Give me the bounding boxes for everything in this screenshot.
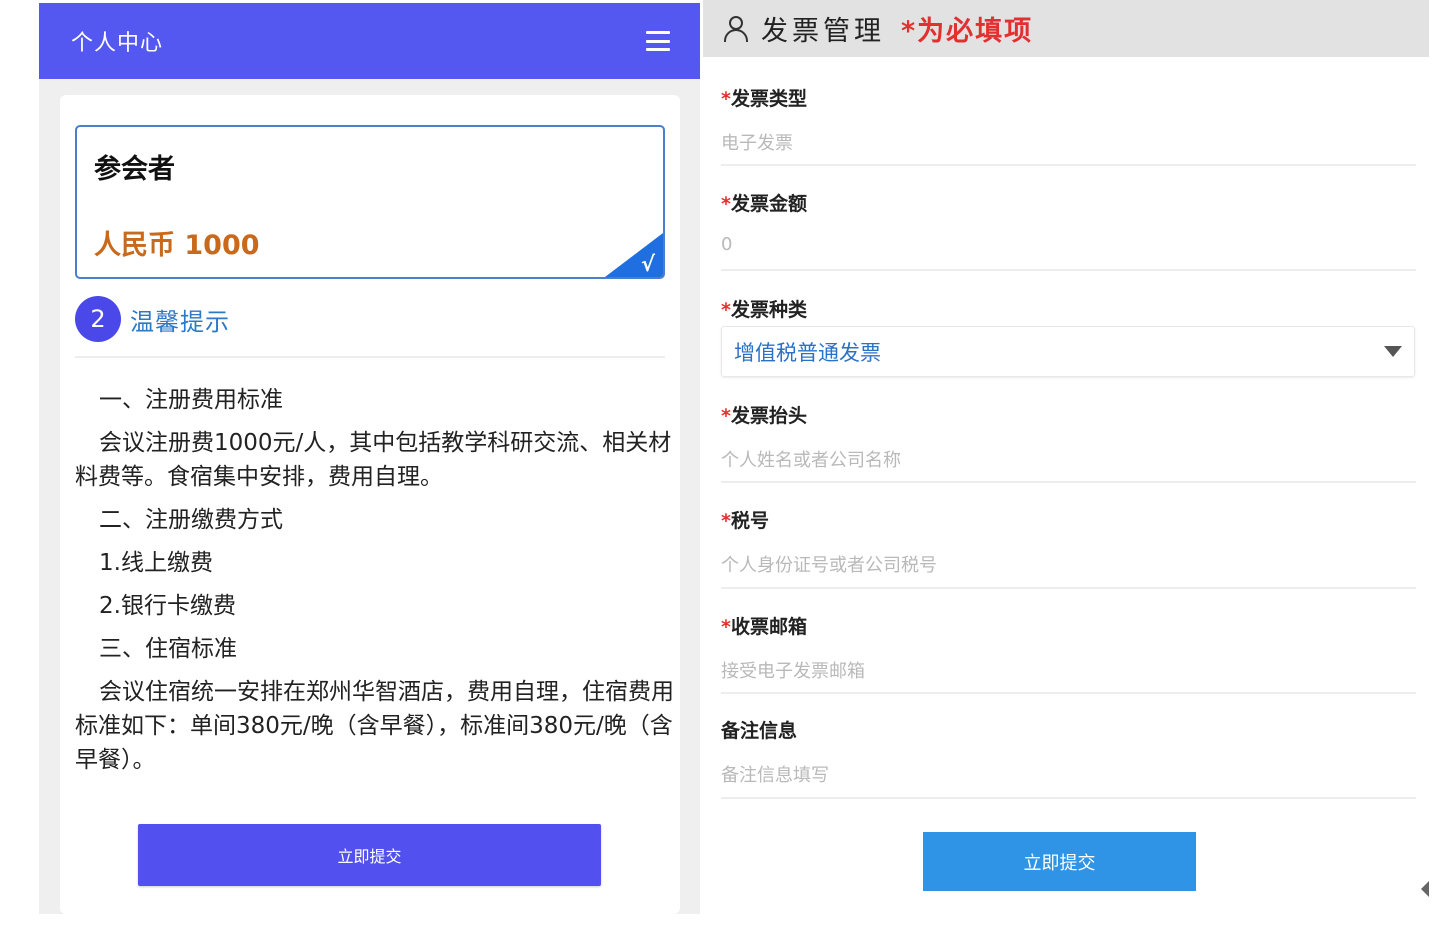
field-invoice-header: *发票抬头 个人姓名或者公司名称 [721, 401, 1416, 472]
divider [721, 587, 1416, 589]
divider [721, 269, 1416, 271]
registration-rules: 一、注册费用标准 会议注册费1000元/人，其中包括教学科研交流、相关材料费等。… [75, 383, 675, 786]
remarks-input[interactable]: 备注信息填写 [721, 761, 1416, 787]
step-number-badge: 2 [75, 296, 121, 342]
personal-center-panel: 个人中心 参会者 人民币 1000 √ 2 温馨提示 一、注册费用标准 会议注册… [39, 3, 700, 914]
invoice-amount-value: 0 [721, 234, 733, 255]
invoice-header-input[interactable]: 个人姓名或者公司名称 [721, 446, 1416, 472]
field-label: *发票类型 [721, 88, 807, 110]
personal-center-header: 个人中心 [39, 3, 700, 79]
invoice-management-panel: 发票管理 *为必填项 *发票类型 电子发票 *发票金额 0 *发票种类 增值税普… [703, 0, 1429, 934]
rule-text: 会议住宿统一安排在郑州华智酒店，费用自理，住宿费用标准如下：单间380元/晚（含… [75, 679, 674, 773]
field-label: *收票邮箱 [721, 616, 807, 638]
field-label: *发票种类 [721, 299, 807, 321]
divider [721, 797, 1416, 799]
chevron-left-icon[interactable] [1421, 881, 1429, 897]
divider [721, 481, 1416, 483]
user-icon [723, 15, 749, 43]
menu-icon[interactable] [646, 31, 670, 51]
rule-text: 会议注册费1000元/人，其中包括教学科研交流、相关材料费等。食宿集中安排，费用… [75, 430, 672, 490]
submit-button[interactable]: 立即提交 [138, 824, 601, 886]
invoice-category-select[interactable]: 增值税普通发票 [721, 326, 1415, 377]
invoice-submit-button[interactable]: 立即提交 [923, 832, 1196, 891]
divider [721, 164, 1416, 166]
registration-card: 参会者 人民币 1000 √ 2 温馨提示 一、注册费用标准 会议注册费1000… [60, 95, 680, 914]
divider [75, 356, 665, 358]
invoice-title: 发票管理 [761, 16, 885, 47]
ticket-price: 人民币 1000 [94, 230, 260, 261]
field-label: *发票金额 [721, 193, 807, 215]
rule-heading: 三、住宿标准 [99, 636, 237, 662]
field-invoice-email: *收票邮箱 接受电子发票邮箱 [721, 612, 1416, 683]
field-label: *发票抬头 [721, 405, 807, 427]
field-remarks: 备注信息 备注信息填写 [721, 716, 1416, 787]
field-label: 备注信息 [721, 720, 798, 742]
field-invoice-type: *发票类型 电子发票 [721, 84, 1416, 155]
caret-down-icon [1384, 346, 1402, 357]
field-invoice-category: *发票种类 [721, 295, 1416, 322]
rule-item: 1.线上缴费 [99, 550, 213, 576]
ticket-role: 参会者 [94, 154, 175, 185]
rule-heading: 二、注册缴费方式 [99, 507, 283, 533]
divider [721, 692, 1416, 694]
field-label: *税号 [721, 510, 769, 532]
tax-id-input[interactable]: 个人身份证号或者公司税号 [721, 551, 1416, 577]
required-note: *为必填项 [901, 16, 1034, 47]
invoice-header: 发票管理 *为必填项 [703, 0, 1429, 57]
field-invoice-amount: *发票金额 0 [721, 189, 1416, 255]
check-icon: √ [640, 252, 655, 276]
rule-heading: 一、注册费用标准 [99, 387, 283, 413]
ticket-option-attendee[interactable]: 参会者 人民币 1000 √ [75, 125, 665, 279]
tip-heading: 2 温馨提示 [75, 296, 230, 342]
rule-item: 2.银行卡缴费 [99, 593, 236, 619]
tip-title: 温馨提示 [130, 307, 230, 336]
page-title: 个人中心 [71, 31, 164, 56]
invoice-email-input[interactable]: 接受电子发票邮箱 [721, 657, 1416, 683]
screenshot-stage: 个人中心 参会者 人民币 1000 √ 2 温馨提示 一、注册费用标准 会议注册… [0, 0, 1436, 934]
field-tax-id: *税号 个人身份证号或者公司税号 [721, 506, 1416, 577]
select-value: 增值税普通发票 [734, 340, 881, 365]
invoice-type-value: 电子发票 [721, 133, 793, 154]
